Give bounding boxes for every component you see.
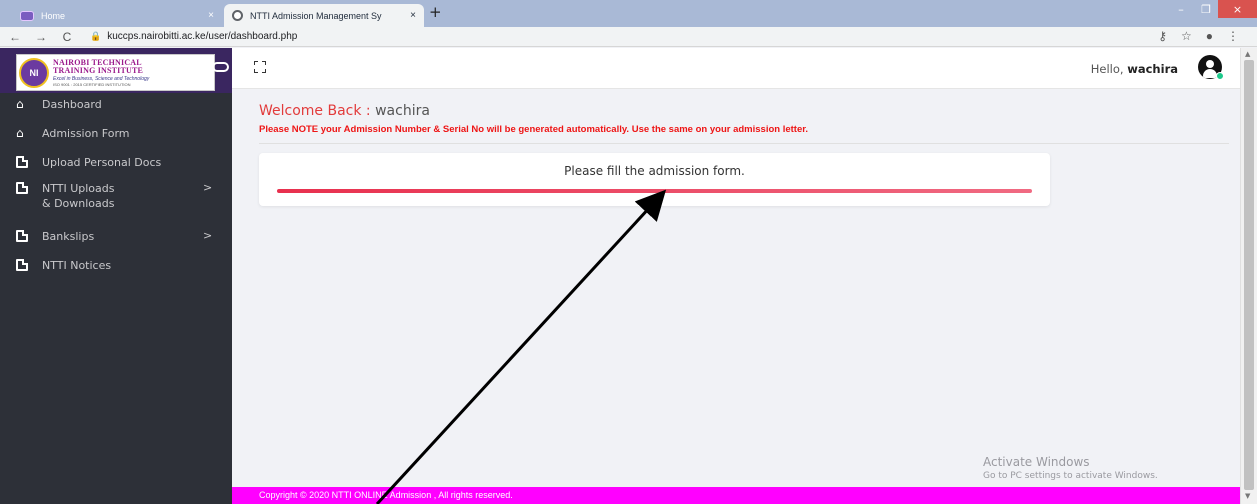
window-maximize-button[interactable]: ❐	[1195, 0, 1217, 18]
document-icon	[16, 156, 28, 168]
admission-notice: Please NOTE your Admission Number & Seri…	[259, 124, 809, 135]
lock-icon: 🔒	[90, 31, 102, 41]
chevron-right-icon: >	[203, 229, 213, 242]
fullscreen-icon[interactable]	[254, 61, 266, 73]
divider	[259, 143, 1229, 144]
card-title: Please fill the admission form.	[564, 164, 745, 178]
new-tab-button[interactable]: +	[429, 3, 442, 21]
tab-label: Home	[41, 10, 66, 21]
sidebar-item-upload-personal-docs[interactable]: Upload Personal Docs	[0, 155, 232, 181]
logo-line2: TRAINING INSTITUTE	[53, 65, 144, 75]
document-icon	[16, 259, 28, 271]
tab-close-icon[interactable]: ×	[208, 10, 214, 21]
user-greeting: Hello, wachira	[1091, 62, 1178, 76]
watermark-line1: Activate Windows	[983, 455, 1090, 469]
key-icon[interactable]: ⚷	[1158, 29, 1167, 43]
institute-seal-icon: NI	[19, 57, 49, 88]
progress-fill	[277, 189, 1032, 193]
institute-logo[interactable]: NI NAIROBI TECHNICAL TRAINING INSTITUTE …	[16, 54, 215, 91]
reload-button[interactable]: C	[58, 30, 76, 44]
top-header: Hello, wachira	[232, 48, 1240, 89]
brand-header: NI NAIROBI TECHNICAL TRAINING INSTITUTE …	[0, 48, 232, 93]
sidebar-menu: ⌂ Dashboard ⌂ Admission Form Upload Pers…	[0, 97, 232, 284]
logo-tagline: Excel in Business, Science and Technolog…	[53, 75, 150, 82]
admission-status-card: Please fill the admission form.	[259, 153, 1050, 206]
browser-menu-icon[interactable]: ⋮	[1227, 29, 1239, 43]
document-icon	[16, 182, 28, 194]
welcome-username: wachira	[375, 103, 430, 119]
tab-ntti-admission[interactable]: NTTI Admission Management Sy ×	[224, 4, 424, 27]
sidebar-item-admission-form[interactable]: ⌂ Admission Form	[0, 126, 232, 155]
greeting-username: wachira	[1127, 62, 1178, 76]
sidebar-item-label: Dashboard	[42, 98, 102, 111]
profile-icon[interactable]: ●	[1206, 29, 1213, 43]
copyright-text: Copyright © 2020 NTTI ONLINE Admission ,…	[259, 490, 513, 500]
url-field[interactable]: kuccps.nairobitti.ac.ke/user/dashboard.p…	[107, 31, 297, 42]
sidebar-item-ntti-notices[interactable]: NTTI Notices	[0, 258, 232, 284]
greeting-text: Hello,	[1090, 62, 1124, 76]
document-icon	[16, 230, 28, 242]
sidebar-item-bankslips[interactable]: Bankslips >	[0, 229, 232, 258]
online-status-icon	[1216, 72, 1224, 80]
scroll-up-icon[interactable]: ▲	[1245, 50, 1250, 58]
bookmark-star-icon[interactable]: ☆	[1181, 29, 1192, 43]
chevron-right-icon: >	[203, 181, 213, 194]
home-icon: ⌂	[16, 97, 24, 111]
sidebar-item-label: Bankslips	[42, 230, 95, 243]
forward-button[interactable]: →	[32, 30, 50, 44]
window-minimize-button[interactable]: –	[1168, 0, 1194, 18]
sidebar-item-label: NTTI Uploads	[42, 182, 115, 195]
browser-tab-bar: Home × NTTI Admission Management Sy × + …	[0, 0, 1257, 27]
sidebar-item-label: Admission Form	[42, 127, 130, 140]
globe-icon	[232, 10, 243, 21]
annotation-arrow-line	[375, 189, 667, 504]
back-button[interactable]: ←	[6, 30, 24, 44]
sidebar: NI NAIROBI TECHNICAL TRAINING INSTITUTE …	[0, 48, 232, 504]
sidebar-item-label: NTTI Notices	[42, 259, 112, 272]
windows-activation-watermark: Activate Windows Go to PC settings to ac…	[983, 455, 1158, 481]
tab-label: NTTI Admission Management Sy	[250, 10, 382, 21]
progress-bar	[277, 189, 1032, 193]
window-close-button[interactable]: ×	[1218, 0, 1257, 18]
page-scrollbar[interactable]: ▲ ▼	[1240, 48, 1257, 504]
welcome-prefix: Welcome Back :	[259, 103, 376, 119]
sidebar-item-ntti-uploads[interactable]: NTTI Uploads & Downloads >	[0, 181, 232, 229]
tab-close-icon[interactable]: ×	[410, 10, 416, 21]
logo-iso: ISO 9001 : 2015 CERTIFIED INSTITUTION	[53, 81, 131, 87]
site-favicon-icon	[20, 10, 34, 21]
welcome-heading: Welcome Back : wachira	[259, 103, 430, 119]
scroll-down-icon[interactable]: ▼	[1245, 492, 1250, 500]
sidebar-item-label-line2: & Downloads	[42, 197, 115, 210]
footer: Copyright © 2020 NTTI ONLINE Admission ,…	[232, 487, 1240, 504]
tab-home[interactable]: Home ×	[12, 4, 222, 27]
watermark-line2: Go to PC settings to activate Windows.	[983, 471, 1158, 481]
sidebar-item-dashboard[interactable]: ⌂ Dashboard	[0, 97, 232, 126]
scrollbar-thumb[interactable]	[1244, 60, 1254, 490]
home-icon: ⌂	[16, 126, 24, 140]
sidebar-item-label: Upload Personal Docs	[42, 156, 162, 169]
address-bar: ← → C 🔒 kuccps.nairobitti.ac.ke/user/das…	[0, 27, 1257, 47]
